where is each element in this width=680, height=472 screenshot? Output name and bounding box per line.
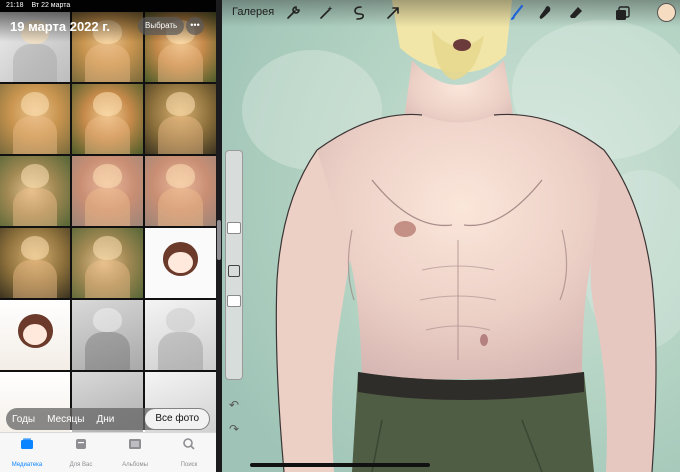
magic-wand-icon[interactable] bbox=[317, 4, 335, 22]
segment-days[interactable]: Дни bbox=[90, 414, 120, 425]
select-button[interactable]: Выбрать bbox=[138, 17, 185, 35]
split-view-handle[interactable] bbox=[217, 220, 221, 260]
procreate-canvas-area[interactable] bbox=[222, 0, 680, 472]
procreate-toolbar: Галерея bbox=[222, 0, 680, 27]
more-options-icon[interactable]: ••• bbox=[186, 17, 204, 35]
photo-thumbnail[interactable] bbox=[0, 156, 70, 226]
modifier-square-icon[interactable] bbox=[228, 265, 240, 277]
for-you-icon bbox=[76, 439, 86, 449]
status-date: Вт 22 марта bbox=[31, 2, 71, 9]
photo-thumbnail[interactable] bbox=[145, 84, 216, 154]
photo-thumbnail[interactable] bbox=[72, 228, 143, 298]
status-time: 21:18 bbox=[6, 2, 24, 9]
brush-size-slider[interactable] bbox=[227, 222, 241, 234]
photo-thumbnail[interactable] bbox=[0, 228, 70, 298]
tab-search[interactable]: Поиск bbox=[162, 433, 216, 472]
tab-albums-label: Альбомы bbox=[122, 462, 148, 468]
home-indicator[interactable] bbox=[250, 463, 430, 467]
time-scope-segmented-control: Годы Месяцы Дни Все фото bbox=[6, 408, 210, 430]
photo-thumbnail[interactable] bbox=[0, 300, 70, 370]
wrench-icon[interactable] bbox=[284, 4, 302, 22]
segment-years[interactable]: Годы bbox=[6, 414, 41, 425]
photo-thumbnail[interactable] bbox=[145, 228, 216, 298]
albums-icon bbox=[129, 439, 141, 449]
segment-all-photos[interactable]: Все фото bbox=[145, 409, 209, 429]
selection-icon[interactable] bbox=[350, 4, 368, 22]
tab-albums[interactable]: Альбомы bbox=[108, 433, 162, 472]
undo-icon[interactable]: ↶ bbox=[227, 398, 241, 412]
brush-icon[interactable] bbox=[508, 4, 526, 22]
layers-icon[interactable] bbox=[613, 4, 631, 22]
segment-months[interactable]: Месяцы bbox=[41, 414, 90, 425]
search-icon bbox=[183, 438, 195, 450]
tab-for-you-label: Для Вас bbox=[69, 462, 93, 468]
photo-thumbnail[interactable] bbox=[145, 156, 216, 226]
status-bar: 21:18 Вт 22 марта bbox=[0, 0, 216, 12]
smudge-icon[interactable] bbox=[536, 4, 554, 22]
tab-for-you[interactable]: Для Вас bbox=[54, 433, 108, 472]
photo-thumbnail[interactable] bbox=[72, 84, 143, 154]
opacity-slider[interactable] bbox=[227, 295, 241, 307]
drawing-canvas[interactable] bbox=[222, 0, 680, 472]
photo-thumbnail[interactable] bbox=[72, 156, 143, 226]
tab-search-label: Поиск bbox=[180, 462, 198, 468]
procreate-sidebar: ↶ ↷ bbox=[222, 150, 246, 440]
tab-library[interactable]: Медиатека bbox=[0, 433, 54, 472]
color-picker-swatch[interactable] bbox=[657, 3, 676, 22]
transform-arrow-icon[interactable] bbox=[384, 4, 402, 22]
eraser-icon[interactable] bbox=[567, 4, 585, 22]
redo-icon[interactable]: ↷ bbox=[227, 422, 241, 436]
photo-thumbnail[interactable] bbox=[0, 84, 70, 154]
photo-library-icon bbox=[21, 438, 33, 449]
photos-tab-bar: Медиатека Для Вас Альбомы Поиск bbox=[0, 432, 216, 472]
gallery-button[interactable]: Галерея bbox=[232, 6, 274, 18]
photos-header: 19 марта 2022 г. Выбрать ••• bbox=[0, 12, 216, 42]
photo-thumbnail[interactable] bbox=[72, 300, 143, 370]
photos-app: 21:18 Вт 22 марта 19 марта 2022 г. Выбра… bbox=[0, 0, 216, 472]
photo-grid bbox=[0, 0, 216, 442]
photos-date-title: 19 марта 2022 г. bbox=[10, 19, 110, 34]
photo-thumbnail[interactable] bbox=[145, 300, 216, 370]
tab-library-label: Медиатека bbox=[11, 462, 43, 468]
